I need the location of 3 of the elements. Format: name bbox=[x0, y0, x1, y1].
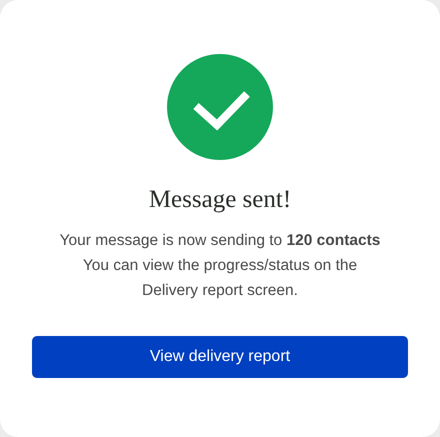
message-text: Your message is now sending to 120 contacts You can view the progress/status on the Delivery report screen. bbox=[60, 231, 380, 301]
view-report-button[interactable]: View delivery report bbox=[32, 336, 408, 378]
dialog-title: Message sent! bbox=[148, 185, 292, 215]
